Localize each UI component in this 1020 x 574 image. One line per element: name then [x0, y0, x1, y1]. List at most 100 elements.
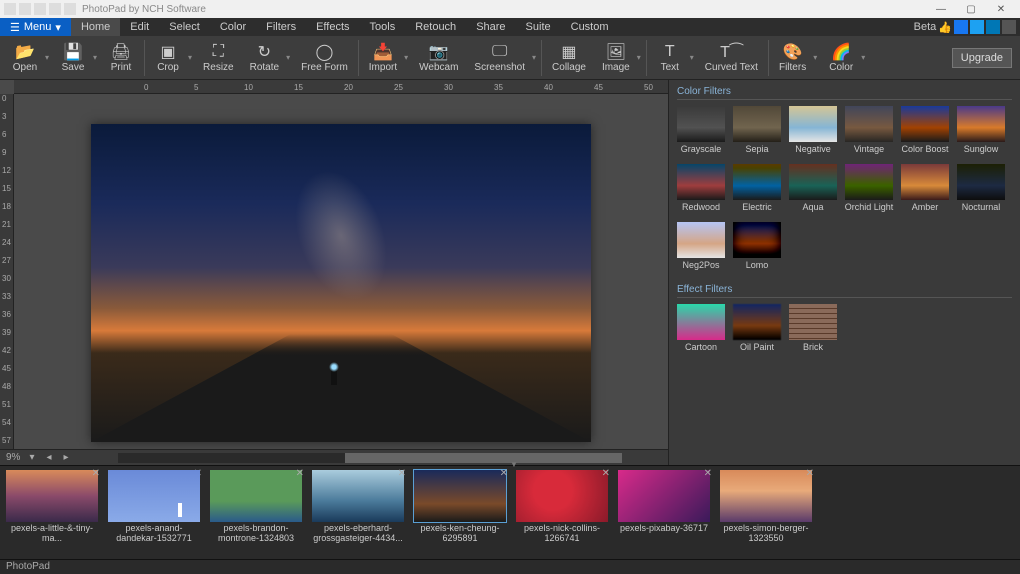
color-filter-grayscale[interactable]: Grayscale	[677, 106, 725, 154]
menu-retouch[interactable]: Retouch	[405, 18, 466, 36]
save-button[interactable]: 💾Save	[52, 41, 94, 75]
filters-button[interactable]: 🎨Filters	[771, 41, 814, 75]
color-filter-color-boost[interactable]: Color Boost	[901, 106, 949, 154]
free-form-button[interactable]: ◯Free Form	[293, 41, 356, 75]
upgrade-button[interactable]: Upgrade	[952, 48, 1012, 68]
print-button[interactable]: 🖨Print	[100, 41, 142, 75]
filter-thumb	[733, 106, 781, 142]
menu-color[interactable]: Color	[210, 18, 256, 36]
effect-filter-oil-paint[interactable]: Oil Paint	[733, 304, 781, 352]
main-image[interactable]	[91, 124, 591, 442]
twitter-icon[interactable]	[970, 20, 984, 34]
crop-button[interactable]: ▣Crop	[147, 41, 189, 75]
thumbnail-item[interactable]: ✕pexels-nick-collins-1266741	[516, 470, 608, 544]
dropdown-icon[interactable]: ▾	[687, 53, 697, 62]
color-filter-redwood[interactable]: Redwood	[677, 164, 725, 212]
thumbsup-icon[interactable]: 👍	[938, 21, 952, 34]
resize-button[interactable]: ⛶Resize	[195, 41, 242, 75]
print-icon: 🖨	[111, 43, 131, 61]
dropdown-icon[interactable]: ▾	[810, 53, 820, 62]
menu-filters[interactable]: Filters	[256, 18, 306, 36]
tool-label: Filters	[779, 62, 806, 73]
dropdown-icon[interactable]: ▾	[283, 53, 293, 62]
main-menu-button[interactable]: ☰ Menu ▾	[0, 18, 71, 36]
thumbnail-item[interactable]: ✕pexels-simon-berger-1323550	[720, 470, 812, 544]
text-button[interactable]: TText	[649, 41, 691, 75]
minimize-button[interactable]: —	[926, 1, 956, 17]
close-button[interactable]: ✕	[986, 1, 1016, 17]
menu-suite[interactable]: Suite	[516, 18, 561, 36]
qat-icon[interactable]	[49, 3, 61, 15]
curved-text-button[interactable]: T⁀Curved Text	[697, 41, 766, 75]
thumbnail-item[interactable]: ✕pexels-eberhard-grossgasteiger-4434...	[312, 470, 404, 544]
color-filter-negative[interactable]: Negative	[789, 106, 837, 154]
effect-filter-brick[interactable]: Brick	[789, 304, 837, 352]
menu-custom[interactable]: Custom	[561, 18, 619, 36]
color-filter-nocturnal[interactable]: Nocturnal	[957, 164, 1005, 212]
color-filter-vintage[interactable]: Vintage	[845, 106, 893, 154]
dropdown-icon[interactable]: ▾	[401, 53, 411, 62]
thumbnail-item[interactable]: ✕pexels-ken-cheung-6295891	[414, 470, 506, 544]
qat-icon[interactable]	[34, 3, 46, 15]
qat-icon[interactable]	[64, 3, 76, 15]
color-filter-electric[interactable]: Electric	[733, 164, 781, 212]
color-filter-lomo[interactable]: Lomo	[733, 222, 781, 270]
menu-tools[interactable]: Tools	[360, 18, 406, 36]
close-icon[interactable]: ✕	[500, 468, 508, 479]
zoom-next-button[interactable]: ▸	[61, 452, 72, 463]
thumbnail-item[interactable]: ✕pexels-brandon-montrone-1324803	[210, 470, 302, 544]
menu-effects[interactable]: Effects	[306, 18, 359, 36]
share-icon[interactable]	[1002, 20, 1016, 34]
color-filter-sunglow[interactable]: Sunglow	[957, 106, 1005, 154]
color-button[interactable]: 🌈Color	[820, 41, 862, 75]
dropdown-icon[interactable]: ▾	[634, 53, 644, 62]
filter-label: Negative	[795, 144, 831, 154]
thumbnail-item[interactable]: ✕pexels-pixabay-36717	[618, 470, 710, 534]
filter-label: Sepia	[745, 144, 768, 154]
close-icon[interactable]: ✕	[602, 468, 610, 479]
open-button[interactable]: 📂Open	[4, 41, 46, 75]
close-icon[interactable]: ✕	[92, 468, 100, 479]
rotate-button[interactable]: ↻Rotate	[242, 41, 287, 75]
dropdown-icon[interactable]: ▾	[42, 53, 52, 62]
h-scrollbar[interactable]	[118, 453, 622, 463]
menu-select[interactable]: Select	[159, 18, 210, 36]
qat-icon[interactable]	[4, 3, 16, 15]
color-filter-amber[interactable]: Amber	[901, 164, 949, 212]
facebook-icon[interactable]	[954, 20, 968, 34]
menu-home[interactable]: Home	[71, 18, 120, 36]
image-button[interactable]: 🖼Image	[594, 41, 638, 75]
qat-icon[interactable]	[19, 3, 31, 15]
titlebar: PhotoPad by NCH Software — ▢ ✕	[0, 0, 1020, 18]
import-icon: 📥	[373, 43, 393, 61]
color-filter-neg2pos[interactable]: Neg2Pos	[677, 222, 725, 270]
close-icon[interactable]: ✕	[398, 468, 406, 479]
thumbnail-item[interactable]: ✕pexels-anand-dandekar-1532771	[108, 470, 200, 544]
webcam-button[interactable]: 📷Webcam	[411, 41, 466, 75]
color-filter-orchid-light[interactable]: Orchid Light	[845, 164, 893, 212]
canvas[interactable]	[14, 94, 668, 449]
color-filter-sepia[interactable]: Sepia	[733, 106, 781, 154]
dropdown-icon[interactable]: ▾	[90, 53, 100, 62]
linkedin-icon[interactable]	[986, 20, 1000, 34]
color-filter-aqua[interactable]: Aqua	[789, 164, 837, 212]
close-icon[interactable]: ✕	[704, 468, 712, 479]
resize-icon: ⛶	[208, 43, 228, 61]
dropdown-icon[interactable]: ▾	[529, 53, 539, 62]
zoom-out-button[interactable]: ▾	[26, 452, 37, 463]
thumbnail-image	[720, 470, 812, 522]
import-button[interactable]: 📥Import	[361, 41, 405, 75]
zoom-prev-button[interactable]: ◂	[43, 452, 54, 463]
menu-share[interactable]: Share	[466, 18, 515, 36]
effect-filter-cartoon[interactable]: Cartoon	[677, 304, 725, 352]
close-icon[interactable]: ✕	[296, 468, 304, 479]
maximize-button[interactable]: ▢	[956, 1, 986, 17]
dropdown-icon[interactable]: ▾	[858, 53, 868, 62]
filter-thumb	[677, 106, 725, 142]
thumbnail-item[interactable]: ✕pexels-a-little-&-tiny-ma...	[6, 470, 98, 544]
screenshot-button[interactable]: 🖵Screenshot	[466, 41, 533, 75]
menu-edit[interactable]: Edit	[120, 18, 159, 36]
dropdown-icon[interactable]: ▾	[185, 53, 195, 62]
collage-button[interactable]: ▦Collage	[544, 41, 594, 75]
close-icon[interactable]: ✕	[806, 468, 814, 479]
